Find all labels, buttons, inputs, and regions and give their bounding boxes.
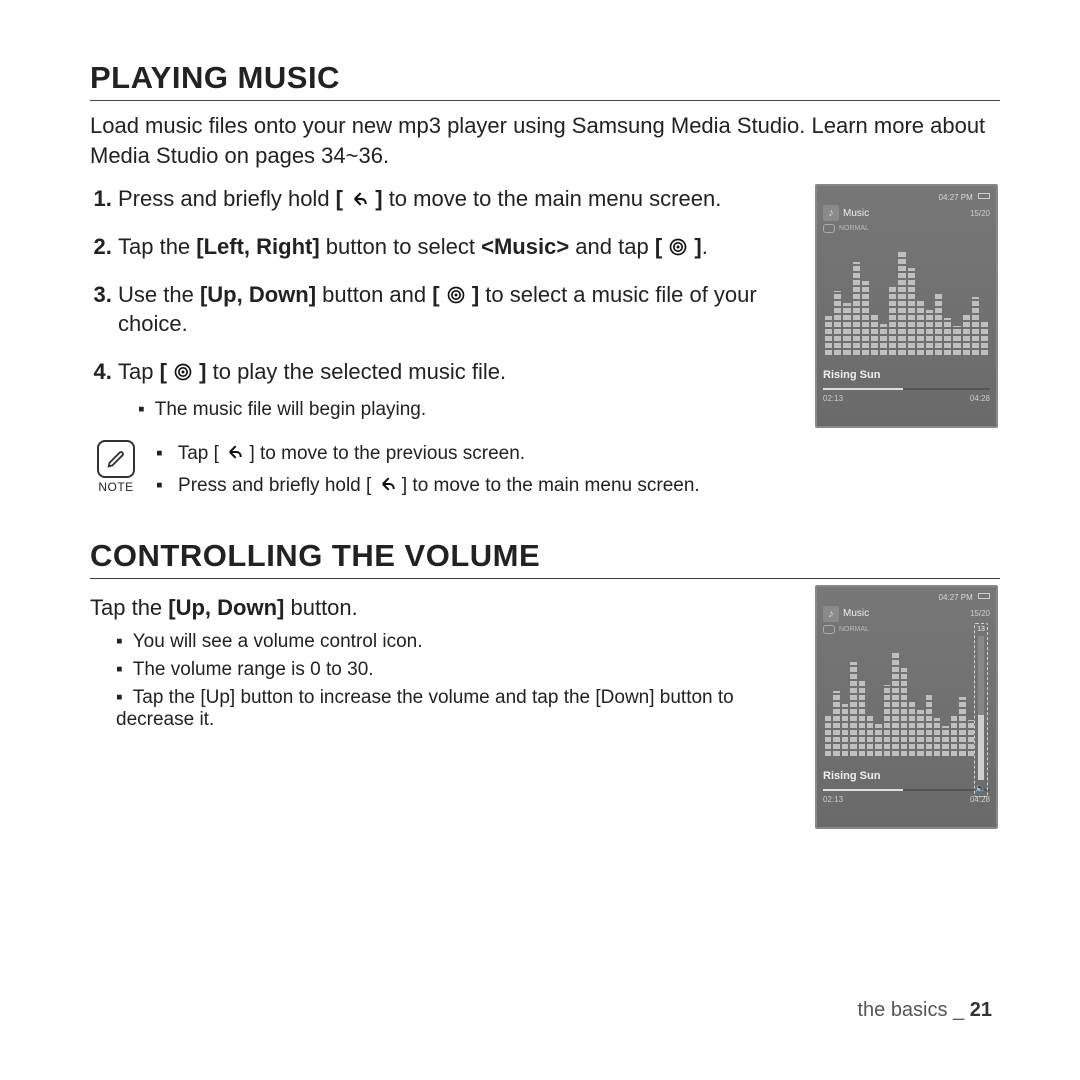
device-spectrum: [823, 251, 990, 355]
volume-bullet-2: The volume range is 0 to 30.: [116, 659, 785, 681]
device-volume-level: 13: [977, 626, 985, 633]
device-track-counter: 15/20: [970, 209, 990, 218]
volume-bullet-1: You will see a volume control icon.: [116, 631, 785, 653]
select-target-icon: [446, 285, 466, 305]
device-eq-mode: NORMAL: [839, 225, 869, 232]
music-note-icon: ♪: [823, 606, 839, 622]
device-track-counter: 15/20: [970, 609, 990, 618]
device-track-title: Rising Sun: [823, 770, 990, 782]
step-1: Press and briefly hold [ ] to move to th…: [118, 184, 785, 214]
device-eq-mode: NORMAL: [839, 626, 869, 633]
section-title-volume: CONTROLLING THE VOLUME: [90, 538, 1000, 579]
step-2: Tap the [Left, Right] button to select <…: [118, 232, 785, 262]
step-3: Use the [Up, Down] button and [ ] to sel…: [118, 280, 785, 339]
page-footer: the basics _ 21: [857, 999, 992, 1022]
device-volume-indicator: 13 🔈: [974, 623, 988, 797]
volume-lead: Tap the [Up, Down] button.: [90, 595, 785, 621]
volume-bullet-3: Tap the [Up] button to increase the volu…: [116, 687, 785, 731]
steps-list: Press and briefly hold [ ] to move to th…: [90, 184, 785, 422]
pencil-note-icon: [97, 440, 135, 478]
device-app-title: Music: [843, 208, 869, 219]
note-block: NOTE Tap [ ] to move to the previous scr…: [90, 440, 785, 503]
speaker-icon: 🔈: [975, 783, 986, 794]
device-progress-bar: [823, 789, 990, 791]
device-clock: 04:27 PM: [939, 193, 973, 202]
intro-paragraph: Load music files onto your new mp3 playe…: [90, 111, 1000, 170]
battery-icon: [978, 593, 990, 599]
section-title-playing-music: PLAYING MUSIC: [90, 60, 1000, 101]
device-track-title: Rising Sun: [823, 369, 990, 381]
note-label: NOTE: [90, 480, 142, 494]
device-time-elapsed: 02:13: [823, 795, 843, 804]
music-note-icon: ♪: [823, 205, 839, 221]
device-app-title: Music: [843, 608, 869, 619]
device-screenshot-music: 04:27 PM ♪ Music 15/20 NORMAL Rising Sun: [815, 184, 998, 428]
note-bullet-1: Tap [ ] to move to the previous screen.: [156, 440, 700, 468]
repeat-icon: [823, 224, 835, 233]
battery-icon: [978, 193, 990, 199]
note-bullet-2: Press and briefly hold [ ] to move to th…: [156, 472, 700, 500]
step-4-sub-bullet: The music file will begin playing.: [138, 397, 785, 423]
back-arrow-icon: [377, 474, 397, 494]
back-arrow-icon: [224, 442, 244, 462]
page-number: 21: [970, 999, 992, 1021]
device-time-total: 04:28: [970, 394, 990, 403]
repeat-icon: [823, 625, 835, 634]
device-time-elapsed: 02:13: [823, 394, 843, 403]
select-target-icon: [173, 362, 193, 382]
back-arrow-icon: [349, 189, 369, 209]
device-screenshot-volume: 04:27 PM ♪ Music 15/20 NORMAL Risin: [815, 585, 998, 829]
select-target-icon: [668, 237, 688, 257]
device-clock: 04:27 PM: [939, 593, 973, 602]
device-progress-bar: [823, 388, 990, 390]
device-spectrum: [823, 652, 990, 756]
step-4: Tap [ ] to play the selected music file.…: [118, 357, 785, 422]
